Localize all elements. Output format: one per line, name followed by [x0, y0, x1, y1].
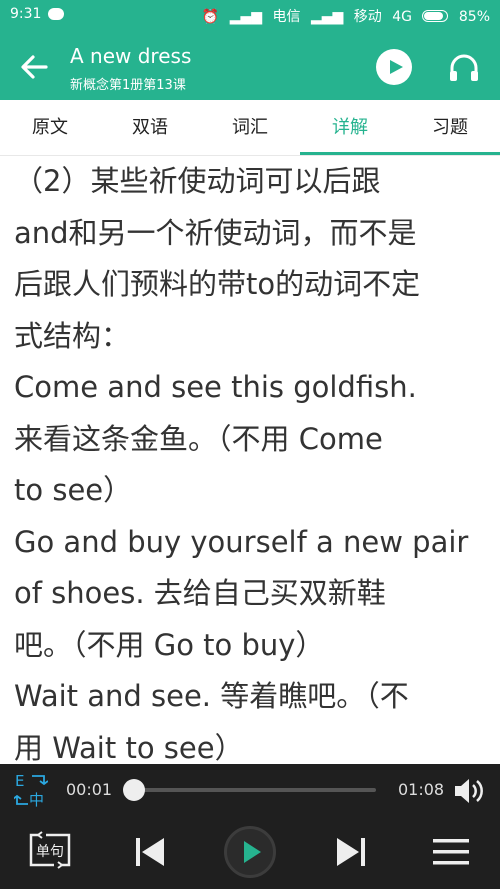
- playlist-menu-button[interactable]: [431, 834, 471, 870]
- content-line: Wait and see. 等着瞧吧。（不: [14, 679, 409, 713]
- previous-button[interactable]: [132, 834, 168, 870]
- carrier1-signal-icon: ▂▄▆: [229, 9, 263, 25]
- page-title: A new dress: [70, 44, 192, 68]
- status-time: 9:31: [10, 6, 42, 22]
- skip-previous-icon: [136, 838, 164, 866]
- status-right: ⏰ ▂▄▆ 电信 ▂▄▆ 移动 4G 85%: [196, 6, 490, 26]
- content-line: Come and see this goldfish.: [14, 370, 417, 404]
- skip-next-icon: [337, 838, 365, 866]
- tab-vocabulary[interactable]: 词汇: [200, 100, 300, 156]
- progress-thumb[interactable]: [123, 779, 145, 801]
- content-line: 式结构：: [14, 318, 131, 353]
- content-line: 吧。（不用 Go to buy）: [14, 627, 325, 662]
- audio-player: E 中 00:01 01:08 单句: [0, 764, 500, 889]
- carrier2-name: 移动: [353, 9, 382, 25]
- lang-toggle-top-text: E: [15, 772, 24, 790]
- arrow-left-icon: [21, 55, 48, 79]
- content-line: and和另一个祈使动词，而不是: [14, 215, 417, 250]
- total-time: 01:08: [398, 780, 445, 799]
- content-line: 来看这条金鱼。（不用 Come: [14, 421, 383, 456]
- tab-bilingual[interactable]: 双语: [100, 100, 200, 156]
- single-sentence-label: 单句: [36, 844, 64, 860]
- content-line: 用 Wait to see）: [14, 730, 244, 765]
- play-icon: [390, 60, 403, 74]
- network-type: 4G: [392, 9, 412, 25]
- active-tab-indicator: [300, 152, 500, 155]
- explanation-content: （2）某些祈使动词可以后跟 and和另一个祈使动词，而不是 后跟人们预料的带to…: [14, 156, 490, 764]
- status-bar: 9:31 ⏰ ▂▄▆ 电信 ▂▄▆ 移动 4G 85%: [0, 0, 500, 30]
- next-button[interactable]: [333, 834, 369, 870]
- lang-toggle-bottom-text: 中: [29, 791, 44, 808]
- tab-bar: 原文 双语 词汇 详解 习题: [0, 100, 500, 156]
- language-toggle-button[interactable]: E 中: [12, 772, 49, 809]
- tab-exercises[interactable]: 习题: [400, 100, 500, 156]
- headphones-icon: [450, 54, 478, 81]
- content-line: Go and buy yourself a new pair: [14, 524, 469, 559]
- battery-icon: [422, 10, 449, 22]
- carrier2-signal-icon: ▂▄▆: [310, 9, 344, 25]
- nfc-icon: [48, 8, 64, 20]
- carrier1-name: 电信: [272, 9, 301, 25]
- tab-original[interactable]: 原文: [0, 100, 100, 156]
- play-icon: [244, 841, 261, 863]
- menu-icon: [433, 839, 469, 865]
- content-line: of shoes. 去给自己买双新鞋: [14, 576, 386, 610]
- headphones-button[interactable]: [446, 50, 482, 86]
- content-line: to see）: [14, 473, 133, 507]
- content-line: 后跟人们预料的带to的动词不定: [14, 267, 421, 301]
- volume-icon: [455, 779, 483, 803]
- single-sentence-button[interactable]: 单句: [28, 830, 72, 870]
- progress-bar[interactable]: [123, 779, 376, 801]
- page-subtitle: 新概念第1册第13课: [70, 78, 186, 93]
- content-line: （2）某些祈使动词可以后跟: [14, 164, 381, 198]
- play-pause-button[interactable]: [224, 826, 276, 878]
- play-lesson-button[interactable]: [376, 49, 412, 85]
- battery-percent: 85%: [458, 9, 490, 25]
- current-time: 00:01: [66, 780, 113, 799]
- language-switch-icon: E 中: [12, 772, 49, 809]
- alarm-icon: ⏰: [201, 9, 220, 25]
- back-button[interactable]: [18, 50, 52, 84]
- volume-button[interactable]: [452, 774, 486, 808]
- app-header: A new dress 新概念第1册第13课: [0, 30, 500, 100]
- tab-explanation[interactable]: 详解: [300, 100, 400, 156]
- repeat-sentence-icon: 单句: [29, 831, 71, 869]
